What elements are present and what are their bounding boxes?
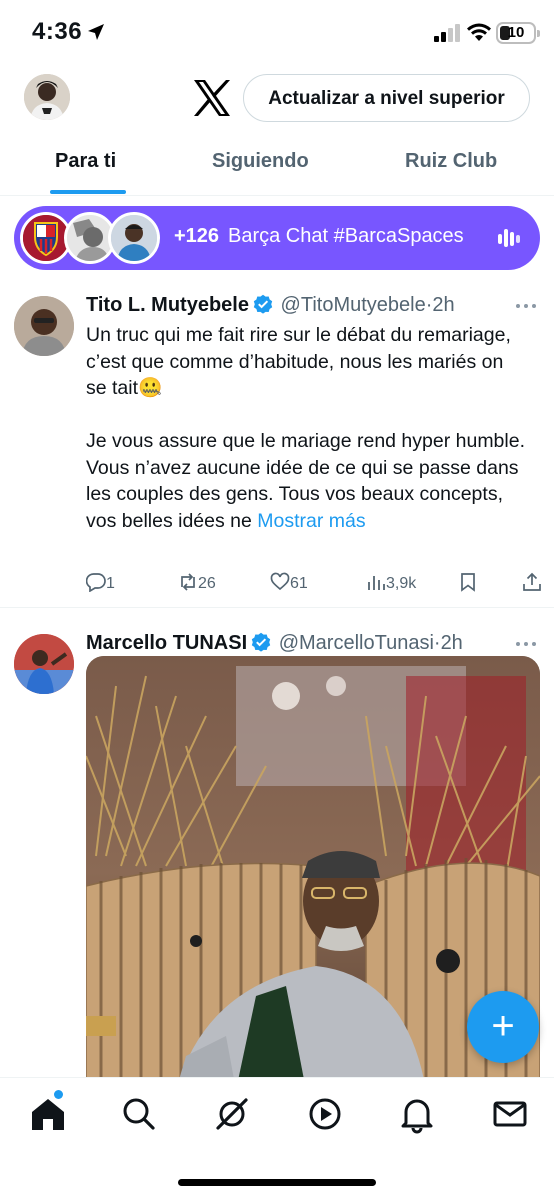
views-icon	[368, 576, 385, 590]
timeline-tabs: Para ti Siguiendo Ruiz Club	[0, 136, 554, 196]
reply-button[interactable]: 1	[85, 570, 115, 598]
profile-avatar-image	[24, 74, 70, 120]
bottom-nav	[0, 1077, 554, 1200]
tweet-author-avatar[interactable]	[14, 634, 74, 694]
tweet-header: Marcello TUNASI @MarcelloTunasi·2h	[86, 632, 463, 658]
tweet-author-handle[interactable]: @MarcelloTunasi	[279, 632, 434, 654]
tweet-author-name[interactable]: Tito L. Mutyebele	[86, 294, 249, 316]
tweet-text: Un truc qui me fait rire sur le débat du…	[86, 322, 526, 534]
tweet-author-avatar[interactable]	[14, 296, 74, 356]
repost-button[interactable]: 26	[178, 570, 216, 598]
bookmark-button[interactable]	[458, 570, 478, 598]
share-icon	[523, 572, 541, 591]
space-title: Barça Chat #BarcaSpaces	[228, 225, 464, 247]
repost-icon	[181, 573, 195, 591]
reply-icon	[85, 573, 106, 593]
status-time: 4:36	[32, 18, 83, 45]
home-icon[interactable]	[28, 1094, 68, 1134]
heart-icon	[270, 572, 290, 591]
compose-button[interactable]: +	[467, 991, 539, 1063]
like-button[interactable]: 61	[270, 570, 308, 598]
tab-ruiz-club[interactable]: Ruiz Club	[405, 150, 497, 173]
space-speaker-avatar	[108, 212, 160, 264]
reply-count: 1	[106, 575, 115, 592]
more-options-icon[interactable]	[514, 634, 538, 654]
cellular-signal-icon	[434, 24, 460, 42]
tweet-time[interactable]: 2h	[441, 632, 463, 654]
bell-icon[interactable]	[397, 1094, 437, 1134]
location-arrow-icon	[88, 24, 104, 40]
home-notification-dot	[54, 1090, 63, 1099]
tweet-header: Tito L. Mutyebele @TitoMutyebele·2h	[86, 294, 455, 320]
x-logo-icon	[194, 80, 230, 116]
views-count: 3,9k	[386, 575, 417, 592]
video-play-icon[interactable]	[305, 1094, 345, 1134]
tweet-author-name[interactable]: Marcello TUNASI	[86, 632, 247, 654]
space-listener-count: +126	[174, 225, 220, 247]
tab-para-ti[interactable]: Para ti	[55, 150, 116, 173]
spaces-banner[interactable]: +126 Barça Chat #BarcaSpaces	[14, 206, 540, 270]
tweet-author-handle[interactable]: @TitoMutyebele	[281, 294, 426, 316]
tweet-time[interactable]: 2h	[432, 294, 454, 316]
active-tab-indicator	[50, 190, 126, 194]
wifi-icon	[467, 23, 491, 41]
like-count: 61	[290, 575, 308, 592]
battery-level: 10	[507, 24, 525, 41]
search-icon[interactable]	[119, 1094, 159, 1134]
bookmark-icon	[461, 573, 475, 592]
mail-icon[interactable]	[490, 1094, 530, 1134]
more-options-icon[interactable]	[514, 296, 538, 316]
grok-icon[interactable]	[212, 1094, 252, 1134]
share-button[interactable]	[522, 570, 542, 598]
verified-badge-icon	[251, 632, 271, 652]
views-button[interactable]: 3,9k	[366, 570, 416, 598]
audio-bars-icon	[498, 229, 520, 247]
tweet-actions: 1 26 61 3,9k	[85, 570, 542, 598]
tweet-body: Un truc qui me fait rire sur le débat du…	[86, 324, 525, 532]
home-indicator	[178, 1179, 376, 1186]
repost-count: 26	[198, 575, 216, 592]
tweet[interactable]: Tito L. Mutyebele @TitoMutyebele·2h Un t…	[0, 282, 554, 608]
tab-siguiendo[interactable]: Siguiendo	[212, 150, 309, 173]
status-bar: 4:36 10	[0, 0, 554, 64]
tweet-separator: ·	[433, 632, 441, 654]
plus-icon: +	[491, 1004, 515, 1048]
profile-avatar[interactable]	[24, 74, 70, 120]
battery-icon: 10	[496, 22, 540, 44]
verified-badge-icon	[253, 294, 273, 314]
upgrade-button[interactable]: Actualizar a nivel superior	[243, 74, 530, 122]
show-more-link[interactable]: Mostrar más	[257, 510, 365, 532]
